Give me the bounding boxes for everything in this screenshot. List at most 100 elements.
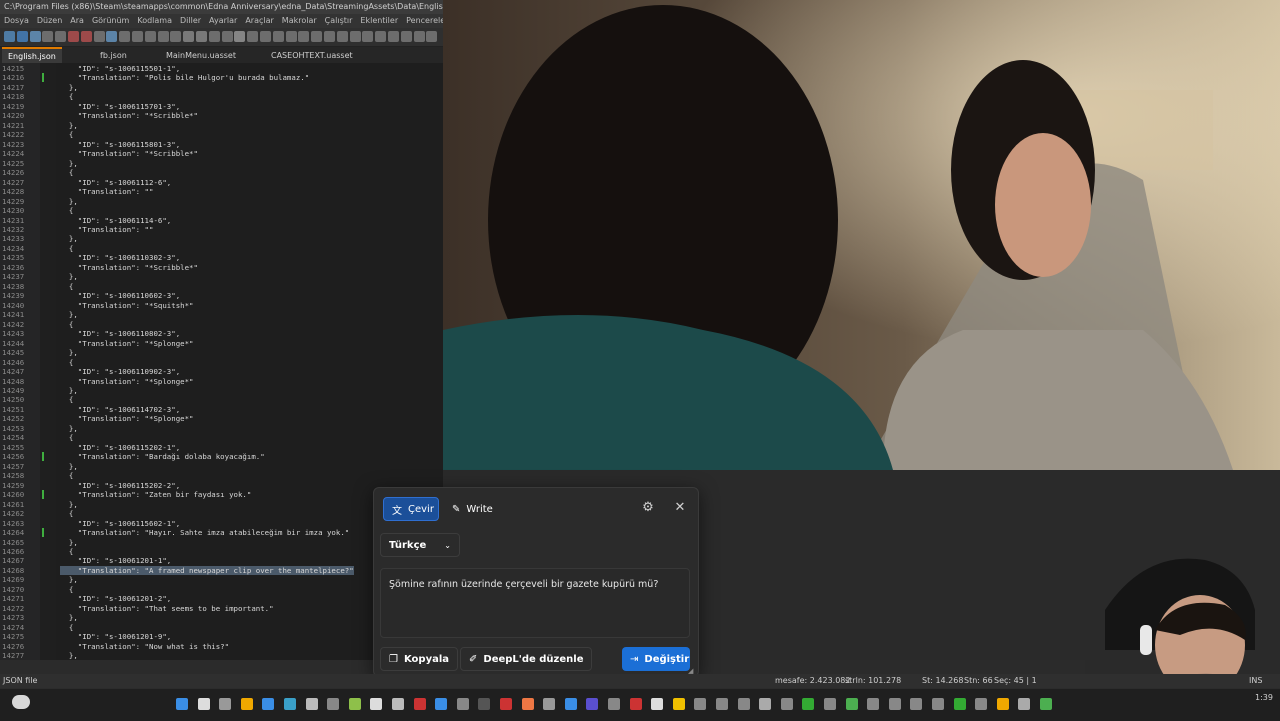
taskbar-app-icon[interactable] [370, 698, 383, 710]
settings-icon[interactable]: ⚙ [640, 500, 656, 516]
tab-mainmenu-uasset[interactable]: MainMenu.uasset [160, 49, 242, 63]
code-line[interactable]: { [60, 585, 73, 594]
code-line[interactable]: "Translation": "" [60, 225, 154, 234]
code-line[interactable]: }, [60, 348, 78, 357]
taskbar-app-icon[interactable] [694, 698, 707, 710]
code-line[interactable]: { [60, 433, 73, 442]
taskbar-app-icon[interactable] [716, 698, 728, 710]
toolbar-button-icon[interactable] [349, 31, 361, 42]
code-line[interactable]: "ID": "s-1006115501-1", [60, 64, 180, 73]
taskbar-app-icon[interactable] [521, 698, 534, 710]
menu-item[interactable]: Kodlama [137, 16, 172, 25]
taskbar-app-icon[interactable] [327, 698, 340, 710]
code-line[interactable]: { [60, 471, 73, 480]
code-line[interactable]: }, [60, 234, 78, 243]
menu-item[interactable]: Dosya [4, 16, 29, 25]
code-line[interactable]: }, [60, 121, 78, 130]
toolbar-button-icon[interactable] [144, 31, 156, 42]
menu-item[interactable]: Eklentiler [360, 16, 398, 25]
code-line[interactable]: "ID": "s-1006115202-2", [60, 481, 180, 490]
code-line[interactable]: }, [60, 651, 78, 660]
toolbar-button-icon[interactable] [119, 31, 131, 42]
translation-output[interactable]: Şömine rafının üzerinde çerçeveli bir ga… [380, 568, 690, 638]
taskbar-app-icon[interactable] [629, 698, 642, 710]
toolbar-button-icon[interactable] [362, 31, 374, 42]
code-line[interactable]: }, [60, 500, 78, 509]
code-line[interactable]: "Translation": "That seems to be importa… [60, 604, 274, 613]
menu-item[interactable]: Pencereler [406, 16, 443, 25]
code-line[interactable]: "ID": "s-1006114702-3", [60, 405, 180, 414]
taskbar-app-icon[interactable] [867, 698, 880, 710]
code-line[interactable]: { [60, 168, 73, 177]
code-line[interactable]: { [60, 358, 73, 367]
taskbar-app-icon[interactable] [1018, 698, 1031, 710]
toolbar-button-icon[interactable] [247, 31, 259, 42]
tab-caseohtext-uasset[interactable]: CASEOHTEXT.uasset [265, 49, 359, 63]
code-line[interactable]: }, [60, 159, 78, 168]
code-line[interactable]: "ID": "s-10061112-6", [60, 178, 171, 187]
taskbar-app-icon[interactable] [608, 698, 620, 710]
toolbar-button-icon[interactable] [170, 31, 182, 42]
code-line[interactable]: "Translation": "A framed newspaper clip … [60, 565, 354, 575]
code-line[interactable]: "ID": "s-10061114-6", [60, 216, 171, 225]
code-line[interactable]: "ID": "s-10061201-2", [60, 594, 171, 603]
code-line[interactable]: }, [60, 424, 78, 433]
code-line[interactable]: { [60, 130, 73, 139]
code-line[interactable]: "Translation": "*Scribble*" [60, 263, 198, 272]
taskbar-app-icon[interactable] [456, 698, 469, 710]
taskbar-app-icon[interactable] [672, 698, 685, 710]
taskbar-app-icon[interactable] [435, 698, 448, 710]
taskbar-app-icon[interactable] [564, 698, 577, 710]
code-line[interactable]: "Translation": "*Scribble*" [60, 111, 198, 120]
code-line[interactable]: }, [60, 83, 78, 92]
language-select[interactable]: Türkçe ⌄ [380, 533, 460, 557]
menu-item[interactable]: Çalıştır [325, 16, 353, 25]
toolbar-button-icon[interactable] [196, 31, 207, 42]
code-line[interactable]: { [60, 547, 73, 556]
code-line[interactable]: { [60, 320, 73, 329]
code-line[interactable]: "ID": "s-1006110602-3", [60, 291, 180, 300]
toolbar-button-icon[interactable] [413, 31, 425, 42]
taskbar-app-icon[interactable] [586, 698, 599, 710]
code-line[interactable]: }, [60, 272, 78, 281]
taskbar-app-icon[interactable] [413, 698, 426, 710]
taskbar-app-icon[interactable] [1040, 698, 1052, 710]
code-line[interactable]: "ID": "s-1006110302-3", [60, 253, 180, 262]
status-ins[interactable]: INS [1249, 674, 1262, 688]
copy-button[interactable]: ❐ Kopyala [380, 647, 459, 671]
code-line[interactable]: "ID": "s-1006115801-3", [60, 140, 180, 149]
code-line[interactable]: }, [60, 386, 78, 395]
code-line[interactable]: "ID": "s-1006115202-1", [60, 443, 180, 452]
taskbar-app-icon[interactable] [802, 698, 815, 710]
code-line[interactable]: "Translation": "Hayır. Sahte imza atabil… [60, 528, 349, 537]
toolbar-button-icon[interactable] [260, 31, 271, 42]
taskbar-app-icon[interactable] [759, 698, 772, 710]
code-line[interactable]: { [60, 244, 73, 253]
taskbar-app-icon[interactable] [500, 698, 512, 710]
toolbar-button-icon[interactable] [298, 31, 310, 42]
write-tab[interactable]: ✎ Write [444, 497, 501, 521]
taskbar-app-icon[interactable] [737, 698, 750, 710]
taskbar-app-icon[interactable] [888, 698, 901, 710]
taskbar-app-icon[interactable] [305, 698, 318, 710]
edit-in-deepl-button[interactable]: ✐ DeepL'de düzenle [460, 647, 593, 671]
toolbar-button-icon[interactable] [16, 31, 28, 42]
toolbar-button-icon[interactable] [426, 31, 438, 42]
code-line[interactable]: "Translation": "*Squitsh*" [60, 301, 194, 310]
toolbar-button-icon[interactable] [80, 31, 92, 42]
taskbar-app-icon[interactable] [975, 698, 988, 710]
code-line[interactable]: }, [60, 575, 78, 584]
code-line[interactable]: "ID": "s-1006110802-3", [60, 329, 180, 338]
clock[interactable]: 1:39 [1255, 693, 1273, 702]
code-line[interactable]: }, [60, 197, 78, 206]
taskbar-app-icon[interactable] [284, 698, 296, 710]
toolbar-button-icon[interactable] [29, 31, 41, 42]
menu-item[interactable]: Diller [180, 16, 201, 25]
toolbar-button-icon[interactable] [388, 31, 399, 42]
code-line[interactable]: "Translation": "*Splonge*" [60, 377, 194, 386]
taskbar-app-icon[interactable] [996, 698, 1009, 710]
taskbar-app-icon[interactable] [543, 698, 556, 710]
toolbar-button-icon[interactable] [234, 31, 246, 42]
replace-button[interactable]: ⇥ Değiştir [622, 647, 690, 671]
code-line[interactable]: "ID": "s-1006115602-1", [60, 519, 180, 528]
